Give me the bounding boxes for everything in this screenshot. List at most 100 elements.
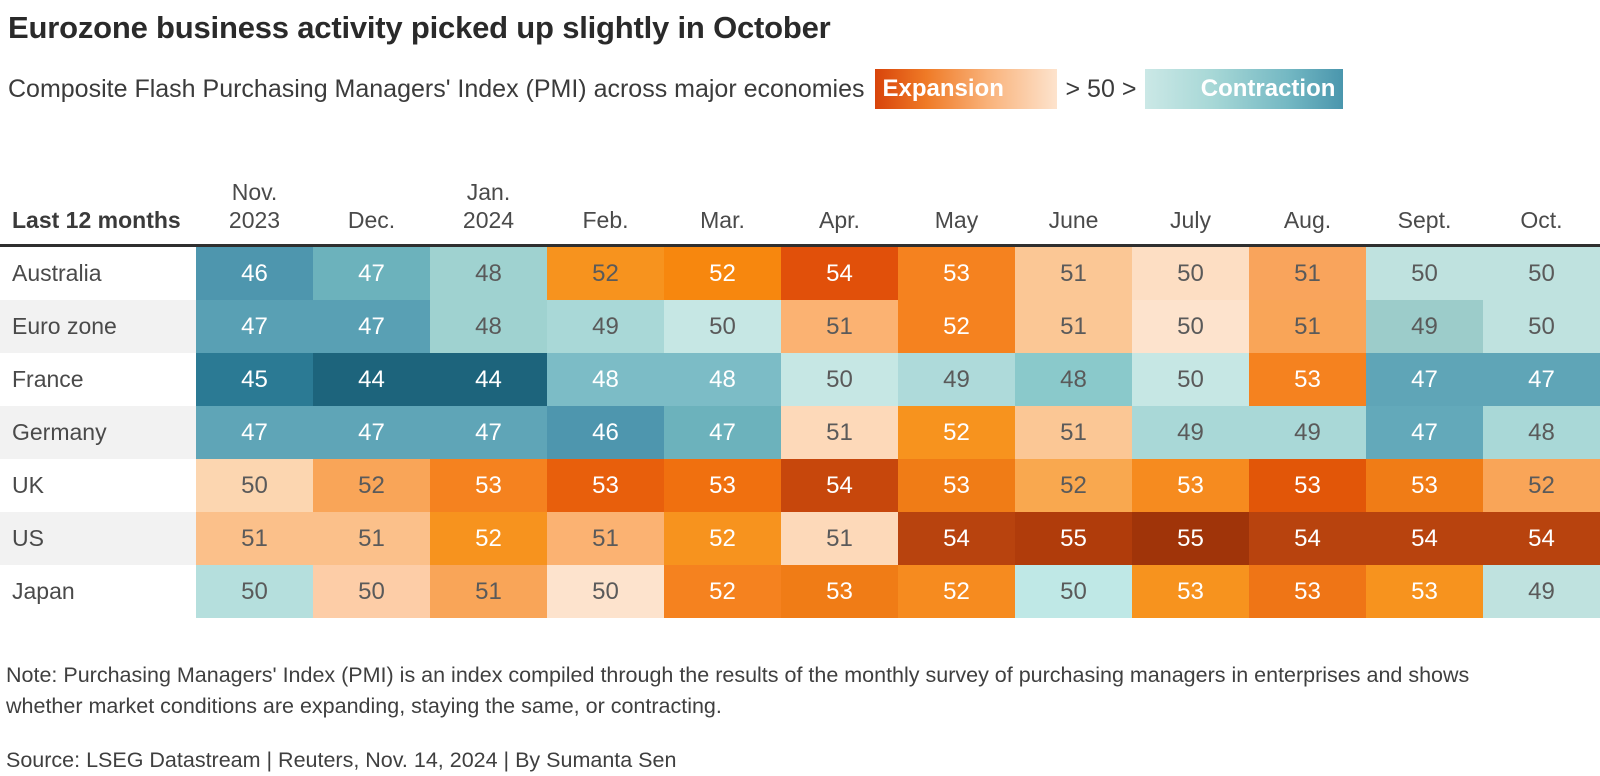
column-header: Nov. 2023: [228, 178, 281, 233]
column-header: Mar.: [700, 206, 745, 233]
heatmap-cell: 47: [1366, 406, 1483, 459]
heatmap-cell: 50: [1132, 300, 1249, 353]
heatmap-cell: 50: [1483, 247, 1600, 300]
heatmap-cell: 51: [1015, 247, 1132, 300]
heatmap-cell: 52: [664, 512, 781, 565]
heatmap-cell: 51: [547, 512, 664, 565]
column-header: May: [934, 206, 979, 233]
source-line: Source: LSEG Datastream | Reuters, Nov. …: [6, 748, 677, 772]
column-header: Apr.: [819, 206, 860, 233]
heatmap-cell: 46: [196, 247, 313, 300]
heatmap-cell: 53: [781, 565, 898, 618]
legend-contraction-chip: Contraction: [1145, 69, 1344, 109]
heatmap-cell: 47: [1483, 353, 1600, 406]
heatmap-cell: 52: [664, 565, 781, 618]
heatmap-cell: 47: [313, 300, 430, 353]
table-row: Germany 47 47 47 46 47 51 52 51 49 49 47 48: [0, 406, 1600, 459]
table-body: Australia 46 47 48 52 52 54 53 51 50 51 50 50 Euro zo…: [0, 247, 1600, 618]
heatmap-cell: 49: [1132, 406, 1249, 459]
heatmap-cell: 49: [1249, 406, 1366, 459]
row-label: UK: [0, 459, 196, 512]
page-subtitle: Composite Flash Purchasing Managers' Ind…: [8, 74, 865, 103]
table-row: Euro zone 47 47 48 49 50 51 52 51 50 51 49 50: [0, 300, 1600, 353]
heatmap-cell: 55: [1132, 512, 1249, 565]
heatmap-cell: 50: [1015, 565, 1132, 618]
heatmap-cell: 52: [898, 406, 1015, 459]
heatmap-cell: 47: [196, 406, 313, 459]
heatmap-cell: 49: [547, 300, 664, 353]
heatmap-cell: 52: [664, 247, 781, 300]
heatmap-cell: 47: [313, 406, 430, 459]
row-label: France: [0, 353, 196, 406]
heatmap-cell: 50: [547, 565, 664, 618]
heatmap-cell: 53: [1366, 565, 1483, 618]
heatmap-cell: 53: [898, 247, 1015, 300]
heatmap-cell: 53: [1249, 459, 1366, 512]
heatmap-cell: 47: [430, 406, 547, 459]
heatmap-cell: 51: [1015, 406, 1132, 459]
heatmap-cell: 54: [781, 459, 898, 512]
heatmap-cell: 51: [1015, 300, 1132, 353]
table-row: UK 50 52 53 53 53 54 53 52 53 53 53 52: [0, 459, 1600, 512]
heatmap-cell: 54: [1483, 512, 1600, 565]
pmi-heatmap-page: Eurozone business activity picked up sli…: [0, 0, 1600, 776]
table-row: US 51 51 52 51 52 51 54 55 55 54 54 54: [0, 512, 1600, 565]
heatmap-cell: 45: [196, 353, 313, 406]
heatmap-cell: 49: [898, 353, 1015, 406]
heatmap-cell: 52: [313, 459, 430, 512]
heatmap-cell: 54: [1366, 512, 1483, 565]
heatmap-cell: 46: [547, 406, 664, 459]
heatmap-cell: 52: [898, 300, 1015, 353]
heatmap-cell: 50: [781, 353, 898, 406]
pmi-table: Last 12 months Nov. 2023 Dec. Jan. 2024 Feb…: [0, 160, 1600, 618]
heatmap-cell: 44: [313, 353, 430, 406]
heatmap-cell: 54: [1249, 512, 1366, 565]
heatmap-cell: 50: [196, 565, 313, 618]
heatmap-cell: 50: [1483, 300, 1600, 353]
heatmap-cell: 53: [1366, 459, 1483, 512]
heatmap-cell: 53: [1249, 565, 1366, 618]
heatmap-cell: 48: [1483, 406, 1600, 459]
heatmap-cell: 50: [1366, 247, 1483, 300]
heatmap-cell: 48: [664, 353, 781, 406]
heatmap-cell: 47: [1366, 353, 1483, 406]
heatmap-cell: 54: [781, 247, 898, 300]
heatmap-cell: 51: [313, 512, 430, 565]
row-label: Germany: [0, 406, 196, 459]
heatmap-cell: 47: [664, 406, 781, 459]
color-legend: Expansion > 50 > Contraction: [874, 69, 1344, 109]
subtitle-legend-row: Composite Flash Purchasing Managers' Ind…: [8, 68, 1600, 110]
column-header: Feb.: [582, 206, 629, 233]
heatmap-cell: 54: [898, 512, 1015, 565]
heatmap-cell: 49: [1483, 565, 1600, 618]
heatmap-cell: 51: [781, 406, 898, 459]
heatmap-cell: 48: [430, 247, 547, 300]
heatmap-cell: 53: [1249, 353, 1366, 406]
legend-expansion-chip: Expansion: [874, 69, 1057, 109]
footnote: Note: Purchasing Managers' Index (PMI) i…: [6, 663, 1470, 719]
heatmap-cell: 51: [196, 512, 313, 565]
heatmap-cell: 53: [547, 459, 664, 512]
column-header: Jan. 2024: [462, 178, 515, 233]
heatmap-cell: 50: [1132, 247, 1249, 300]
table-header-row: Last 12 months Nov. 2023 Dec. Jan. 2024 Feb…: [0, 160, 1600, 247]
legend-midpoint-label: > 50 >: [1065, 74, 1137, 103]
heatmap-cell: 51: [1249, 247, 1366, 300]
table-row: Australia 46 47 48 52 52 54 53 51 50 51 50 50: [0, 247, 1600, 300]
row-label: Australia: [0, 247, 196, 300]
row-label: Euro zone: [0, 300, 196, 353]
heatmap-cell: 53: [664, 459, 781, 512]
heatmap-cell: 52: [430, 512, 547, 565]
heatmap-cell: 47: [196, 300, 313, 353]
heatmap-cell: 53: [898, 459, 1015, 512]
heatmap-cell: 51: [781, 300, 898, 353]
column-header: Aug.: [1283, 206, 1332, 233]
column-header: Dec.: [347, 206, 396, 233]
row-label: Japan: [0, 565, 196, 618]
page-title: Eurozone business activity picked up sli…: [8, 10, 831, 45]
heatmap-cell: 52: [1015, 459, 1132, 512]
heatmap-cell: 50: [1132, 353, 1249, 406]
heatmap-cell: 44: [430, 353, 547, 406]
table-row: France 45 44 44 48 48 50 49 48 50 53 47 47: [0, 353, 1600, 406]
column-header: June: [1048, 206, 1099, 233]
